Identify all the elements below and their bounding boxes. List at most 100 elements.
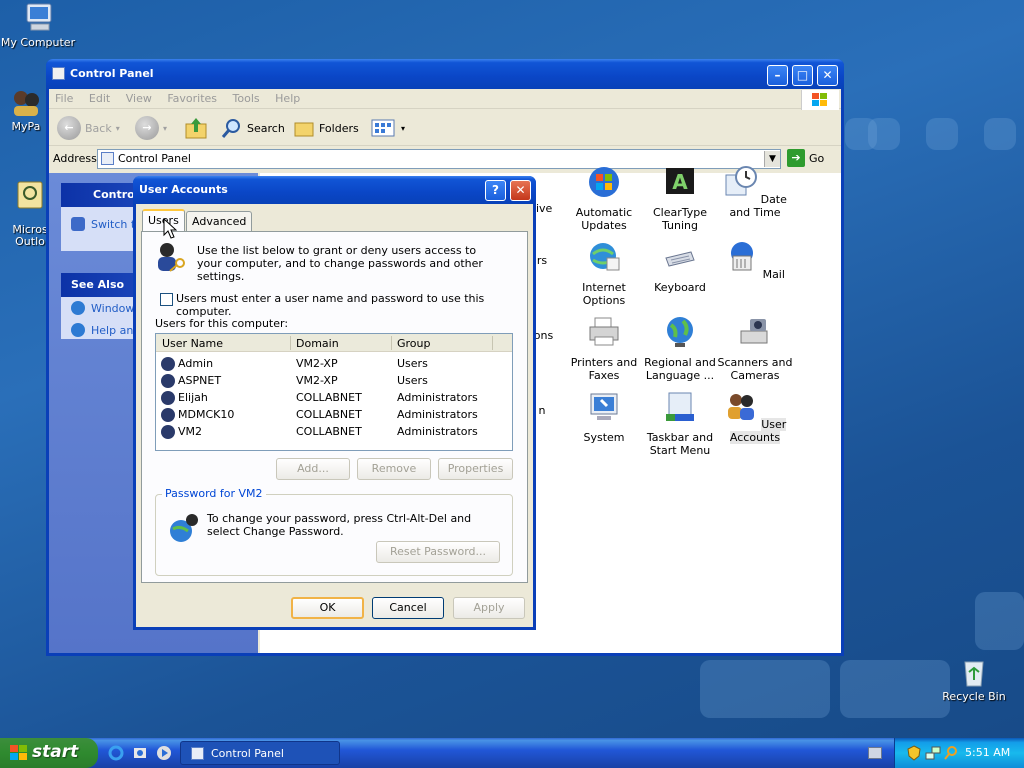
column-domain[interactable]: Domain: [296, 337, 339, 350]
start-button[interactable]: start: [0, 738, 98, 768]
taskbar-button-control-panel[interactable]: Control Panel: [180, 741, 340, 765]
close-button[interactable]: ✕: [510, 180, 531, 201]
security-shield-icon[interactable]: [907, 745, 921, 761]
properties-button[interactable]: Properties: [438, 458, 513, 480]
close-button[interactable]: ✕: [817, 65, 838, 86]
views-icon: [371, 119, 395, 137]
window-title: Control Panel: [70, 67, 154, 80]
intro-text: Use the list below to grant or deny user…: [197, 244, 483, 283]
cp-item-scanners-and-cameras[interactable]: Scanners and Cameras: [717, 315, 793, 382]
cp-item-date-and-time[interactable]: Date and Time: [717, 165, 793, 219]
menu-tools[interactable]: Tools: [227, 89, 266, 108]
table-row[interactable]: MDMCK10 COLLABNET Administrators: [156, 406, 512, 423]
cp-item-user-accounts[interactable]: User Accounts: [717, 390, 793, 444]
views-button[interactable]: ▾: [371, 116, 405, 140]
up-folder-button[interactable]: [184, 116, 208, 140]
mouse-pointer-icon: [163, 218, 177, 239]
add-user-button[interactable]: Add...: [276, 458, 350, 480]
window-title-bar[interactable]: Control Panel – □ ✕: [46, 59, 844, 89]
cp-item-internet-options[interactable]: Internet Options: [566, 240, 642, 307]
users-list-label: Users for this computer:: [155, 317, 289, 330]
cp-item-system[interactable]: System: [566, 390, 642, 444]
column-group[interactable]: Group: [397, 337, 431, 350]
forward-arrow-icon: →: [135, 116, 159, 140]
ok-button[interactable]: OK: [291, 597, 364, 619]
menu-view[interactable]: View: [120, 89, 158, 108]
internet-explorer-icon[interactable]: [108, 745, 124, 761]
windows-update-label: Window: [91, 301, 135, 315]
cancel-button[interactable]: Cancel: [372, 597, 444, 619]
password-group: Password for VM2 To change your password…: [155, 487, 513, 576]
users-tab-panel: Use the list below to grant or deny user…: [141, 231, 528, 583]
apply-button[interactable]: Apply: [453, 597, 525, 619]
group-cell: Administrators: [397, 391, 478, 404]
table-row[interactable]: Elijah COLLABNET Administrators: [156, 389, 512, 406]
media-player-icon[interactable]: [156, 745, 172, 761]
desktop-icon-recycle-bin[interactable]: Recycle Bin: [936, 656, 1012, 703]
cp-item-taskbar-and-start-menu[interactable]: Taskbar and Start Menu: [642, 390, 718, 457]
cp-item-mail[interactable]: Mail: [717, 240, 793, 281]
menu-edit[interactable]: Edit: [83, 89, 116, 108]
control-panel-header-label: Contro: [93, 188, 135, 201]
desktop-icon-my-computer[interactable]: My Computer: [0, 2, 76, 49]
search-icon[interactable]: [943, 745, 959, 761]
outlook-express-icon[interactable]: [132, 745, 148, 761]
users-list[interactable]: User Name Domain Group Admin VM2-XP User…: [155, 333, 513, 451]
user-icon: [161, 357, 175, 371]
dialog-title: User Accounts: [139, 183, 228, 196]
windows-update-icon: [589, 167, 619, 197]
help-support-label: Help an: [91, 323, 134, 337]
reset-password-button[interactable]: Reset Password...: [376, 541, 500, 563]
column-user-name[interactable]: User Name: [162, 337, 223, 350]
require-login-checkbox[interactable]: [160, 293, 173, 306]
minimize-button[interactable]: –: [767, 65, 788, 86]
globe-icon: [667, 317, 693, 347]
cp-item-label: System: [583, 431, 625, 444]
maximize-button[interactable]: □: [792, 65, 813, 86]
cp-item-printers-and-faxes[interactable]: Printers and Faxes: [566, 315, 642, 382]
internet-options-icon: [590, 243, 620, 271]
table-row[interactable]: Admin VM2-XP Users: [156, 355, 512, 372]
user-name-cell: Elijah: [178, 391, 208, 404]
task-label: Control Panel: [211, 747, 284, 760]
tab-advanced[interactable]: Advanced: [186, 211, 253, 231]
cp-item-label: Mail: [762, 268, 785, 281]
table-row[interactable]: VM2 COLLABNET Administrators: [156, 423, 512, 440]
recycle-bin-icon: [964, 661, 984, 687]
computer-icon: [26, 3, 52, 31]
control-panel-icon: [101, 152, 114, 165]
back-button[interactable]: ← Back ▾: [57, 116, 120, 140]
printer-icon: [589, 317, 619, 346]
dialog-title-bar[interactable]: User Accounts ? ✕: [133, 176, 536, 204]
user-icon: [161, 408, 175, 422]
standard-toolbar: ← Back ▾ → ▾ Search Folders ▾: [49, 110, 841, 146]
search-button[interactable]: Search: [221, 116, 285, 140]
require-login-label[interactable]: Users must enter a user name and passwor…: [176, 292, 527, 318]
folders-button[interactable]: Folders: [293, 116, 359, 140]
cp-item-label: rs: [536, 254, 548, 267]
people-icon: [14, 91, 39, 116]
forward-button[interactable]: → ▾: [135, 116, 167, 140]
address-label: Address: [53, 152, 97, 165]
globe-icon: [71, 301, 85, 315]
search-icon: [221, 119, 240, 138]
domain-cell: COLLABNET: [296, 408, 362, 421]
cp-item-keyboard[interactable]: Keyboard: [642, 240, 718, 294]
desktop-decoration: [984, 118, 1016, 150]
clock[interactable]: 5:51 AM: [965, 746, 1010, 759]
cp-item-cleartype-tuning[interactable]: A ClearType Tuning: [642, 165, 718, 232]
network-icon[interactable]: [925, 745, 941, 761]
help-icon: [71, 323, 85, 337]
desktop-decoration: [975, 592, 1024, 650]
table-row[interactable]: ASPNET VM2-XP Users: [156, 372, 512, 389]
cp-item-automatic-updates[interactable]: Automatic Updates: [566, 165, 642, 232]
back-label: Back: [85, 121, 112, 135]
cp-item-regional-and-language[interactable]: Regional and Language ...: [642, 315, 718, 382]
menu-file[interactable]: File: [49, 89, 79, 108]
keyboard-icon[interactable]: [868, 747, 882, 759]
menu-favorites[interactable]: Favorites: [161, 89, 223, 108]
remove-user-button[interactable]: Remove: [357, 458, 431, 480]
search-label: Search: [247, 121, 285, 135]
help-button[interactable]: ?: [485, 180, 506, 201]
menu-help[interactable]: Help: [269, 89, 306, 108]
